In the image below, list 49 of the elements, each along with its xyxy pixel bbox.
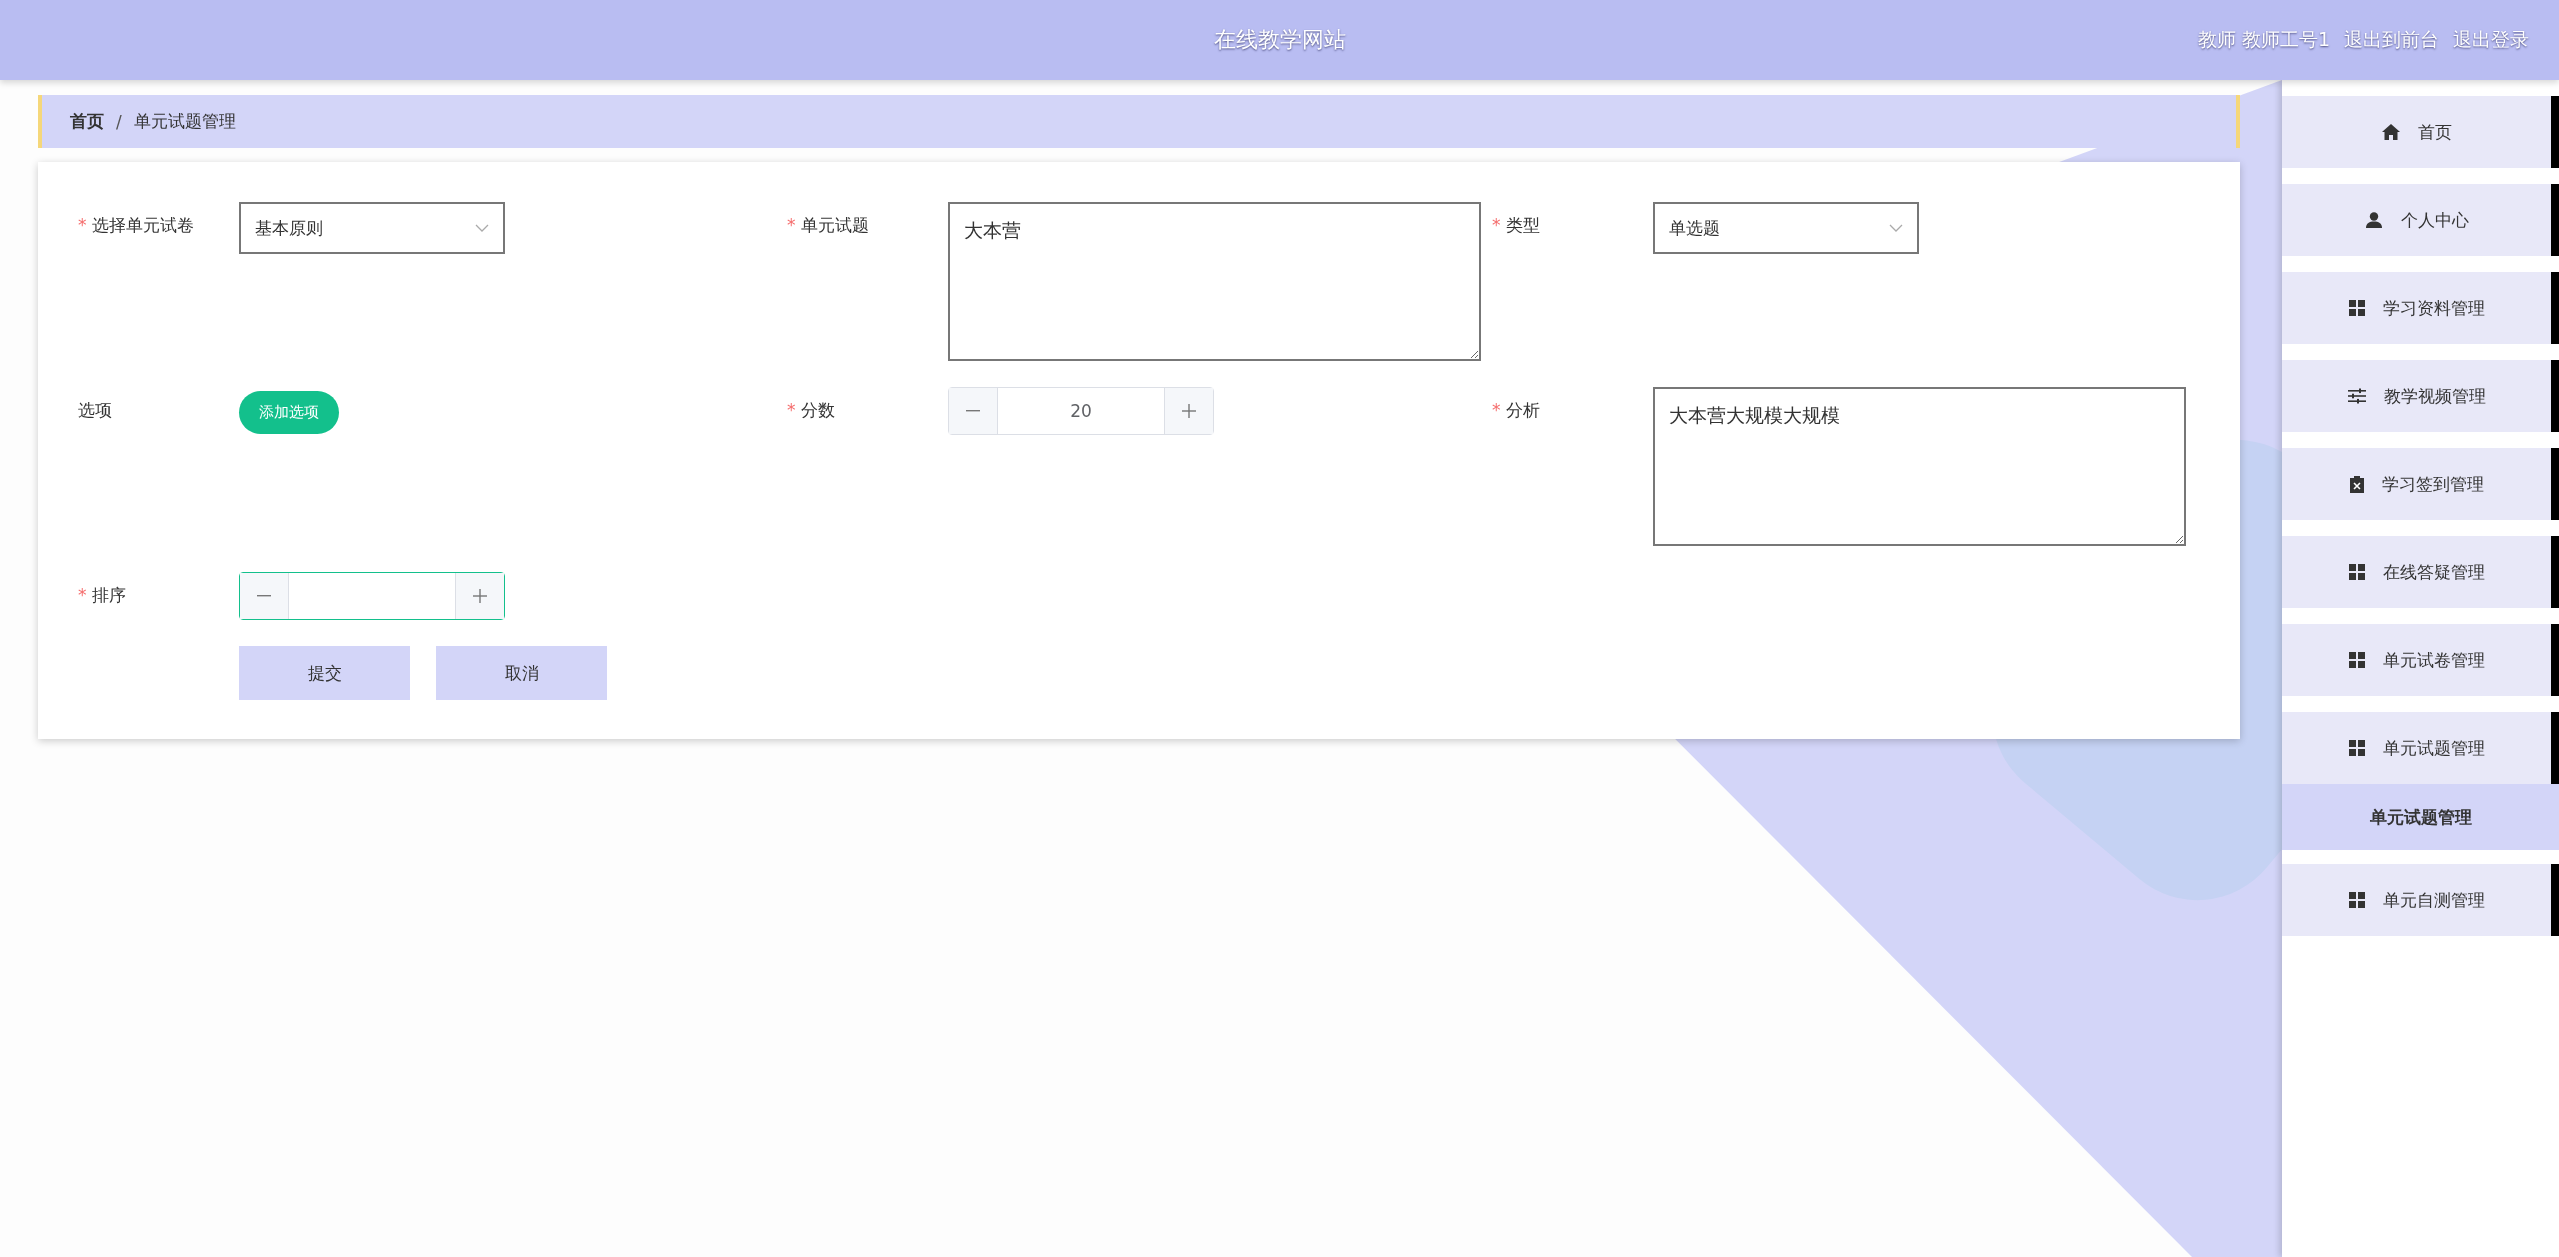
breadcrumb-link[interactable]: 首页 bbox=[70, 110, 104, 133]
sidebar-item[interactable]: 在线答疑管理 bbox=[2282, 536, 2559, 608]
caret-icon bbox=[475, 224, 489, 232]
select-field[interactable]: 基本原则 bbox=[239, 202, 505, 254]
minus-icon bbox=[966, 410, 980, 412]
increase-button[interactable] bbox=[455, 573, 504, 619]
sidebar-subitem[interactable]: 单元试题管理 bbox=[2282, 784, 2559, 850]
field-label: * 选择单元试卷 bbox=[78, 214, 194, 237]
plus-icon bbox=[1182, 404, 1196, 418]
grid-icon bbox=[2348, 740, 2365, 756]
number-input[interactable]: 20 bbox=[948, 387, 1214, 435]
minus-icon bbox=[257, 595, 271, 597]
clipboard-icon bbox=[2349, 475, 2364, 493]
text-area[interactable]: 大本营 bbox=[948, 202, 1481, 361]
submit-button[interactable]: 提交 bbox=[239, 646, 410, 700]
breadcrumb-separator: / bbox=[116, 111, 122, 132]
decrease-button[interactable] bbox=[240, 573, 289, 619]
user-label: 教师 教师工号1 bbox=[2197, 27, 2330, 52]
grid-icon bbox=[2348, 652, 2365, 668]
grid-icon bbox=[2348, 892, 2365, 908]
grid-icon bbox=[2348, 300, 2365, 316]
grid-icon bbox=[2348, 564, 2365, 580]
decrease-button[interactable] bbox=[949, 388, 998, 434]
sidebar-item[interactable]: 个人中心 bbox=[2282, 184, 2559, 256]
sidebar-item[interactable]: 学习资料管理 bbox=[2282, 272, 2559, 344]
sidebar-item[interactable]: 单元试卷管理 bbox=[2282, 624, 2559, 696]
sidebar-item[interactable]: 首页 bbox=[2282, 96, 2559, 168]
increase-button[interactable] bbox=[1164, 388, 1213, 434]
site-title: 在线教学网站 bbox=[1213, 26, 1346, 54]
plus-icon bbox=[473, 589, 487, 603]
cancel-button[interactable]: 取消 bbox=[436, 646, 607, 700]
number-input[interactable] bbox=[239, 572, 505, 620]
field-label: * 单元试题 bbox=[787, 214, 869, 237]
home-icon bbox=[2381, 124, 2400, 140]
field-label: 选项 bbox=[78, 399, 112, 422]
field-label: * 类型 bbox=[1492, 214, 1540, 237]
sidebar-item[interactable]: 单元自测管理 bbox=[2282, 864, 2559, 936]
field-label: * 分析 bbox=[1492, 399, 1540, 422]
person-icon bbox=[2364, 212, 2383, 228]
text-area[interactable]: 大本营大规模大规模 bbox=[1653, 387, 2186, 546]
breadcrumb-link[interactable]: 单元试题管理 bbox=[133, 110, 236, 133]
sidebar-item[interactable]: 教学视频管理 bbox=[2282, 360, 2559, 432]
sidebar-item[interactable]: 单元试题管理 bbox=[2282, 712, 2559, 784]
field-label: * 排序 bbox=[78, 584, 126, 607]
select-field[interactable]: 单选题 bbox=[1653, 202, 1919, 254]
caret-icon bbox=[1889, 224, 1903, 232]
field-label: * 分数 bbox=[787, 399, 835, 422]
sliders-icon bbox=[2347, 388, 2366, 404]
sidebar-item[interactable]: 学习签到管理 bbox=[2282, 448, 2559, 520]
